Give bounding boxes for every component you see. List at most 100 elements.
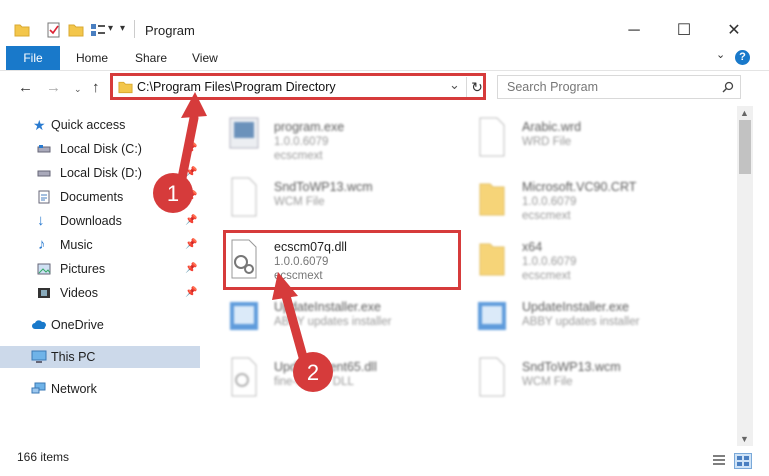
sidebar-item-label: Network <box>51 382 97 396</box>
file-item[interactable]: UpdateInstaller.exe ABBY updates install… <box>206 290 446 348</box>
file-highlight <box>223 230 461 290</box>
sidebar-item-local-disk-c[interactable]: Local Disk (C:) 📌 <box>0 138 200 160</box>
pin-icon: 📌 <box>185 239 198 250</box>
expand-ribbon-icon[interactable]: ⌄ <box>716 48 725 61</box>
file-name: SndToWP13.wcm <box>274 180 373 194</box>
ribbon-tabs: File Home Share View ⌄ ? <box>0 46 769 71</box>
documents-icon <box>38 190 50 204</box>
file-detail: 1.0.0.6079 <box>522 256 577 268</box>
minimize-button[interactable]: ─ <box>611 18 657 44</box>
sidebar-item-label: Quick access <box>51 118 126 132</box>
details-view-icon[interactable] <box>712 454 726 466</box>
dll-gear-file-icon <box>231 357 257 397</box>
sidebar-item-network[interactable]: Network <box>0 378 200 400</box>
file-detail: ecscmext <box>522 210 571 222</box>
sidebar-item-label: This PC <box>51 350 96 364</box>
sidebar-item-label: OneDrive <box>51 318 104 332</box>
forward-arrow-icon[interactable]: → <box>46 79 61 96</box>
file-detail: WCM File <box>522 376 573 388</box>
sidebar-item-this-pc[interactable]: This PC <box>0 346 200 368</box>
pin-icon: 📌 <box>185 263 198 274</box>
installer-file-icon <box>478 302 506 330</box>
up-arrow-icon[interactable]: ↑ <box>92 79 100 96</box>
scrollbar-thumb[interactable] <box>739 120 751 174</box>
address-bar-highlight <box>110 73 486 100</box>
sidebar-item-label: Local Disk (D:) <box>60 166 142 180</box>
exe-file-icon <box>229 117 259 149</box>
pin-icon: 📌 <box>185 167 198 178</box>
pin-icon: 📌 <box>185 215 198 226</box>
sidebar-item-local-disk-d[interactable]: Local Disk (D:) 📌 <box>0 162 200 184</box>
tab-file[interactable]: File <box>6 46 60 70</box>
properties-icon[interactable] <box>46 22 62 38</box>
item-count: 166 items <box>17 450 70 464</box>
download-arrow-icon: ↓ <box>37 212 45 229</box>
view-options-icon[interactable] <box>90 22 106 38</box>
sidebar-item-videos[interactable]: Videos 📌 <box>0 282 200 304</box>
cloud-icon <box>32 320 46 329</box>
file-item[interactable]: Arabic.wrd WRD File <box>454 110 694 168</box>
tab-view[interactable]: View <box>192 46 218 70</box>
file-name: UpdateInstaller.exe <box>522 300 630 314</box>
file-detail: WRD File <box>522 136 572 148</box>
file-item[interactable]: x64 1.0.0.6079 ecscmext <box>454 230 694 288</box>
scroll-down-icon[interactable]: ▼ <box>740 434 749 444</box>
search-input[interactable]: Search Program <box>497 75 741 99</box>
help-button[interactable]: ? <box>735 50 750 65</box>
file-item[interactable]: program.exe 1.0.0.6079 ecscmext <box>206 110 446 168</box>
tab-share[interactable]: Share <box>135 46 167 70</box>
drive-icon <box>37 170 51 177</box>
tab-home[interactable]: Home <box>76 46 108 70</box>
network-icon <box>31 382 46 394</box>
file-item[interactable]: UpdateInstaller.exe ABBY updates install… <box>454 290 694 348</box>
file-item[interactable]: Microsoft.VC90.CRT 1.0.0.6079 ecscmext <box>454 170 694 228</box>
folder-icon <box>14 24 30 37</box>
large-icons-view-icon[interactable] <box>734 453 752 469</box>
customize-toolbar-icon[interactable]: ▾ <box>120 23 125 34</box>
file-detail: ABBY updates installer <box>274 316 392 328</box>
star-icon: ★ <box>33 117 46 133</box>
file-detail: 1.0.0.6079 <box>522 196 577 208</box>
drive-icon <box>37 145 51 153</box>
document-file-icon <box>231 177 257 217</box>
title-bar: ▾ ▾ Program ─ ☐ ✕ <box>0 0 769 46</box>
chevron-down-icon[interactable]: ▾ <box>108 23 113 34</box>
scroll-up-icon[interactable]: ▲ <box>740 108 749 118</box>
sidebar-item-onedrive[interactable]: OneDrive <box>0 314 200 336</box>
recent-locations-icon[interactable]: ⌄ <box>74 84 82 95</box>
file-detail: fine-reader DLL <box>274 376 354 388</box>
file-name: x64 <box>522 240 543 254</box>
file-name: Arabic.wrd <box>522 120 582 134</box>
maximize-button[interactable]: ☐ <box>661 18 707 44</box>
sidebar-item-downloads[interactable]: ↓ Downloads 📌 <box>0 210 200 232</box>
document-file-icon <box>479 117 505 157</box>
sidebar-item-label: Downloads <box>60 214 122 228</box>
sidebar-item-music[interactable]: ♪ Music 📌 <box>0 234 200 256</box>
pin-icon: 📌 <box>185 143 198 154</box>
file-item[interactable]: SndToWP13.wcm WCM File <box>454 350 694 408</box>
pin-icon: 📌 <box>185 191 198 202</box>
file-item[interactable]: SndToWP13.wcm WCM File <box>206 170 446 228</box>
sidebar-item-label: Documents <box>60 190 124 204</box>
file-detail: ecscmext <box>522 270 571 282</box>
file-name: Microsoft.VC90.CRT <box>522 180 637 194</box>
sidebar-item-quick-access[interactable]: ★ Quick access <box>0 114 200 136</box>
file-item[interactable]: UpdateAgent65.dll fine-reader DLL <box>206 350 446 408</box>
file-name: UpdateInstaller.exe <box>274 300 382 314</box>
sidebar-item-label: Music <box>60 238 93 252</box>
search-icon[interactable] <box>722 81 734 93</box>
file-name: program.exe <box>274 120 345 134</box>
file-name: UpdateAgent65.dll <box>274 360 377 374</box>
sidebar-item-pictures[interactable]: Pictures 📌 <box>0 258 200 280</box>
close-button[interactable]: ✕ <box>711 18 757 44</box>
status-bar: 166 items <box>0 446 769 476</box>
file-detail: WCM File <box>274 196 325 208</box>
file-name: SndToWP13.wcm <box>522 360 621 374</box>
back-arrow-icon[interactable]: ← <box>18 79 33 96</box>
videos-icon <box>38 288 50 298</box>
search-placeholder: Search Program <box>507 80 599 94</box>
music-icon: ♪ <box>38 236 46 253</box>
sidebar-item-documents[interactable]: Documents 📌 <box>0 186 200 208</box>
sidebar-item-label: Local Disk (C:) <box>60 142 142 156</box>
new-folder-icon[interactable] <box>68 22 84 38</box>
